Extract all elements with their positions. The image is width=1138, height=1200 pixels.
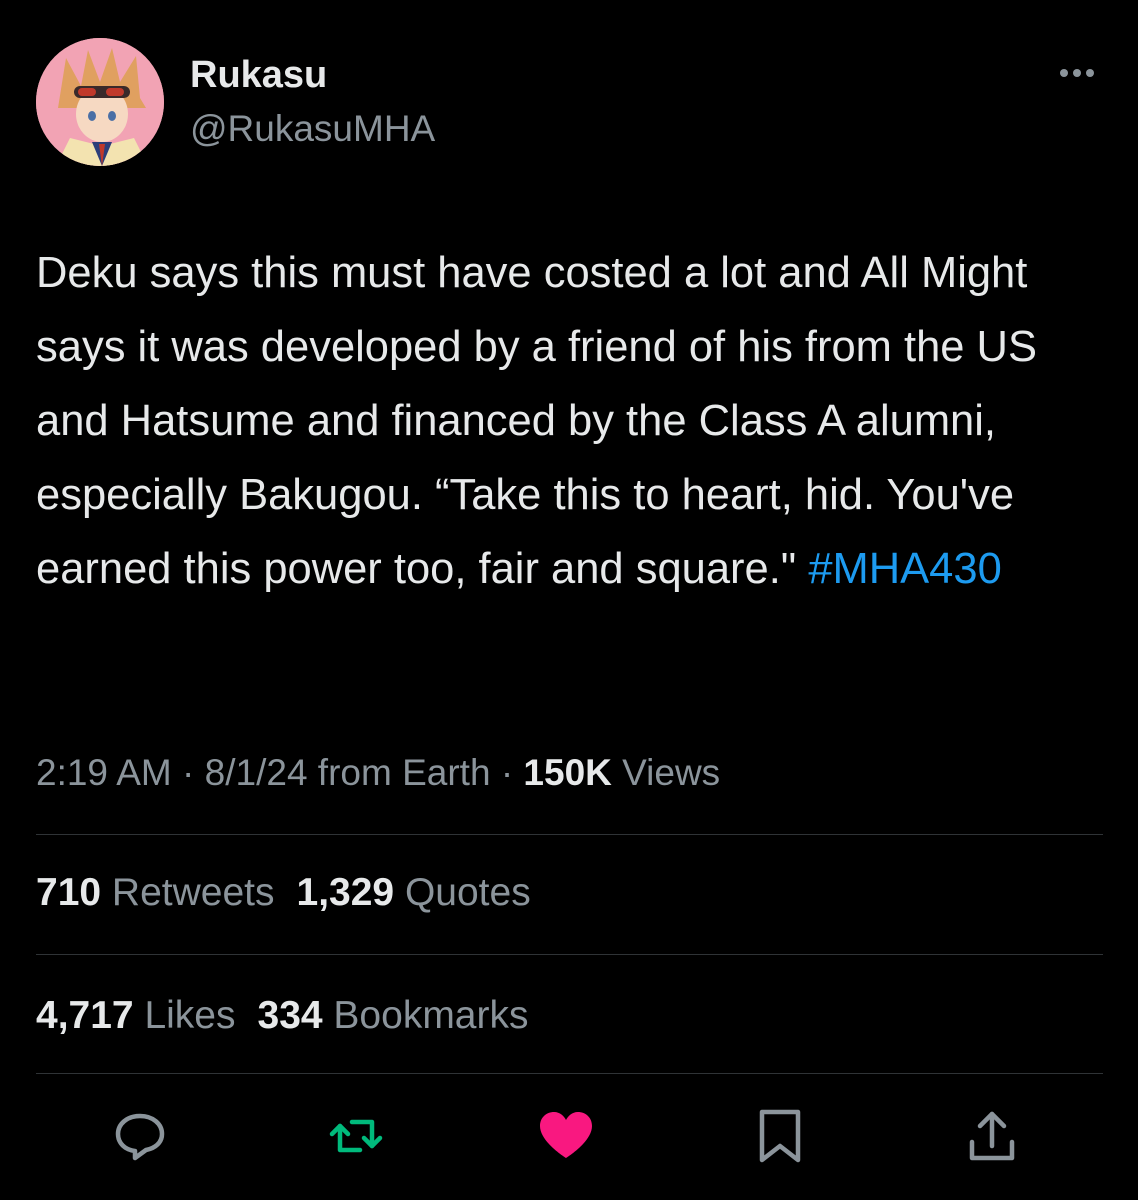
reply-button[interactable] xyxy=(110,1106,170,1166)
tweet-body-text: Deku says this must have costed a lot an… xyxy=(36,249,1037,593)
reply-icon xyxy=(115,1113,165,1161)
more-dots-icon xyxy=(1060,69,1094,77)
tweet-meta: 2:19 AM · 8/1/24 from Earth · 150K Views xyxy=(36,750,720,796)
divider xyxy=(36,1073,1103,1074)
bookmarks-stat[interactable]: 334 Bookmarks xyxy=(258,994,529,1037)
views-count: 150K xyxy=(523,752,612,793)
tweet-date-source: 8/1/24 from Earth xyxy=(204,752,491,793)
bookmark-icon xyxy=(759,1109,801,1163)
display-name[interactable]: Rukasu xyxy=(190,52,327,98)
likes-stat[interactable]: 4,717 Likes xyxy=(36,994,236,1037)
more-options-button[interactable] xyxy=(1052,58,1102,88)
views-label: Views xyxy=(622,752,721,793)
retweet-icon xyxy=(329,1119,383,1153)
heart-icon xyxy=(540,1112,592,1158)
like-button[interactable] xyxy=(536,1106,596,1166)
avatar-illustration xyxy=(36,38,164,166)
divider xyxy=(36,834,1103,835)
meta-separator: · xyxy=(500,752,514,793)
likes-count: 4,717 xyxy=(36,994,134,1037)
quotes-label: Quotes xyxy=(404,871,531,914)
tweet-time[interactable]: 2:19 AM xyxy=(36,752,172,793)
likes-label: Likes xyxy=(144,994,236,1037)
username-handle[interactable]: @RukasuMHA xyxy=(190,106,435,152)
stats-row-likes: 4,717 Likes 334 Bookmarks xyxy=(36,993,550,1039)
divider xyxy=(36,954,1103,955)
share-button[interactable] xyxy=(962,1106,1022,1166)
bookmark-button[interactable] xyxy=(750,1106,810,1166)
quotes-count: 1,329 xyxy=(296,871,395,914)
retweets-count: 710 xyxy=(36,871,102,914)
retweets-label: Retweets xyxy=(111,871,275,914)
tweet-text: Deku says this must have costed a lot an… xyxy=(36,236,1106,606)
bookmarks-label: Bookmarks xyxy=(333,994,529,1037)
share-icon xyxy=(969,1111,1015,1161)
quotes-stat[interactable]: 1,329 Quotes xyxy=(297,871,531,914)
hashtag-link[interactable]: #MHA430 xyxy=(808,545,1001,593)
avatar[interactable] xyxy=(36,38,164,166)
retweet-button[interactable] xyxy=(326,1106,386,1166)
stats-row-engagement: 710 Retweets 1,329 Quotes xyxy=(36,870,553,916)
bookmarks-count: 334 xyxy=(257,994,323,1037)
retweets-stat[interactable]: 710 Retweets xyxy=(36,871,275,914)
meta-separator: · xyxy=(182,752,195,793)
